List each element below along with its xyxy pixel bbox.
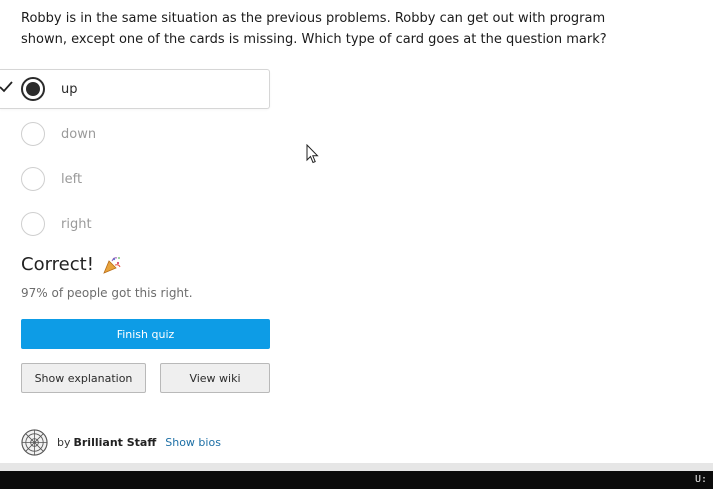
by-label: by — [57, 435, 71, 449]
result-heading: Correct! — [21, 254, 122, 275]
result-title: Correct! — [21, 254, 94, 275]
author-byline: by Brilliant Staff Show bios — [21, 428, 221, 456]
scroll-region-divider — [0, 463, 713, 471]
answer-option-right[interactable]: right — [0, 205, 269, 243]
option-label: up — [61, 81, 78, 97]
question-text: Robby is in the same situation as the pr… — [21, 11, 607, 47]
avatar — [21, 428, 48, 456]
taskbar: U: — [0, 471, 713, 489]
show-bios-link[interactable]: Show bios — [165, 436, 221, 449]
radio-dot — [26, 82, 40, 96]
taskbar-indicator: U: — [694, 474, 707, 485]
option-label: down — [61, 126, 97, 142]
answer-option-down[interactable]: down — [0, 115, 269, 153]
answer-option-left[interactable]: left — [0, 160, 269, 198]
answer-option-up[interactable]: up — [0, 69, 270, 109]
show-explanation-button[interactable]: Show explanation — [21, 363, 146, 393]
author-name: Brilliant Staff — [73, 435, 157, 449]
option-label: right — [61, 216, 92, 232]
finish-quiz-button[interactable]: Finish quiz — [21, 319, 270, 349]
option-label: left — [61, 171, 83, 187]
success-rate-text: 97% of people got this right. — [21, 286, 193, 300]
party-popper-icon — [103, 256, 121, 274]
radio-button[interactable] — [21, 122, 45, 146]
view-wiki-button[interactable]: View wiki — [160, 363, 270, 393]
radio-button[interactable] — [21, 167, 45, 191]
checkmark-icon — [0, 81, 13, 93]
radio-button[interactable] — [21, 212, 45, 236]
radio-button-selected[interactable] — [21, 77, 45, 101]
mouse-cursor-icon — [306, 144, 319, 164]
